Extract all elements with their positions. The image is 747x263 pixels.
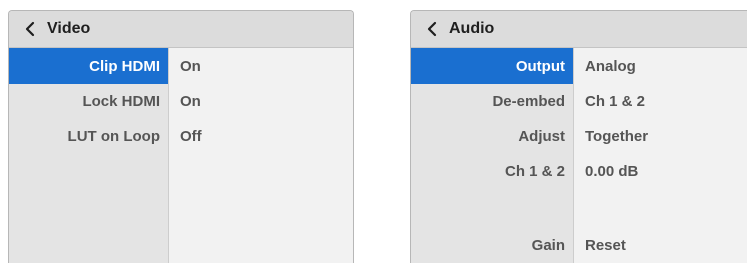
audio-panel: Audio Output Analog De-embed Ch 1 & 2 Ad… — [410, 10, 747, 263]
menu-row-gain[interactable]: Gain Reset — [411, 227, 747, 263]
menu-row-value: 0.00 dB — [585, 162, 639, 180]
menu-row-label: Ch 1 & 2 — [504, 162, 565, 180]
video-panel: Video Clip HDMI On Lock HDMI On LUT on L… — [8, 10, 354, 263]
menu-row-de-embed[interactable]: De-embed Ch 1 & 2 — [411, 83, 747, 119]
menu-row-clip-hdmi[interactable]: Clip HDMI On — [9, 48, 353, 84]
menu-row-label: Clip HDMI — [9, 48, 168, 84]
menu-row-ch-1-2[interactable]: Ch 1 & 2 0.00 dB — [411, 153, 747, 189]
video-settings-list: Clip HDMI On Lock HDMI On LUT on Loop Of… — [9, 48, 353, 263]
menu-row-label: LUT on Loop — [67, 127, 160, 145]
menu-row-lut-on-loop[interactable]: LUT on Loop Off — [9, 118, 353, 154]
menu-row-label: Gain — [531, 236, 565, 254]
menu-row-label: Lock HDMI — [82, 92, 160, 110]
menu-row-output[interactable]: Output Analog — [411, 48, 747, 84]
menu-row-adjust[interactable]: Adjust Together — [411, 118, 747, 154]
video-header[interactable]: Video — [9, 11, 353, 48]
menu-row-lock-hdmi[interactable]: Lock HDMI On — [9, 83, 353, 119]
menu-row-value: Analog — [585, 57, 636, 75]
menu-row-value: Together — [585, 127, 649, 145]
menu-row-label: Adjust — [518, 127, 565, 145]
menu-row-value: Off — [180, 127, 202, 145]
audio-title: Audio — [449, 20, 495, 37]
menu-row-value: On — [180, 92, 201, 110]
chevron-left-icon[interactable] — [22, 20, 38, 38]
menu-row-label: De-embed — [492, 92, 565, 110]
menu-row-value: Ch 1 & 2 — [585, 92, 646, 110]
chevron-left-icon[interactable] — [424, 20, 440, 38]
audio-header[interactable]: Audio — [411, 11, 747, 48]
menu-row-label: Output — [411, 48, 573, 84]
audio-settings-list: Output Analog De-embed Ch 1 & 2 Adjust T… — [411, 48, 747, 263]
menu-row-value: On — [180, 57, 201, 75]
video-title: Video — [47, 20, 91, 37]
menu-row-value: Reset — [585, 236, 626, 254]
